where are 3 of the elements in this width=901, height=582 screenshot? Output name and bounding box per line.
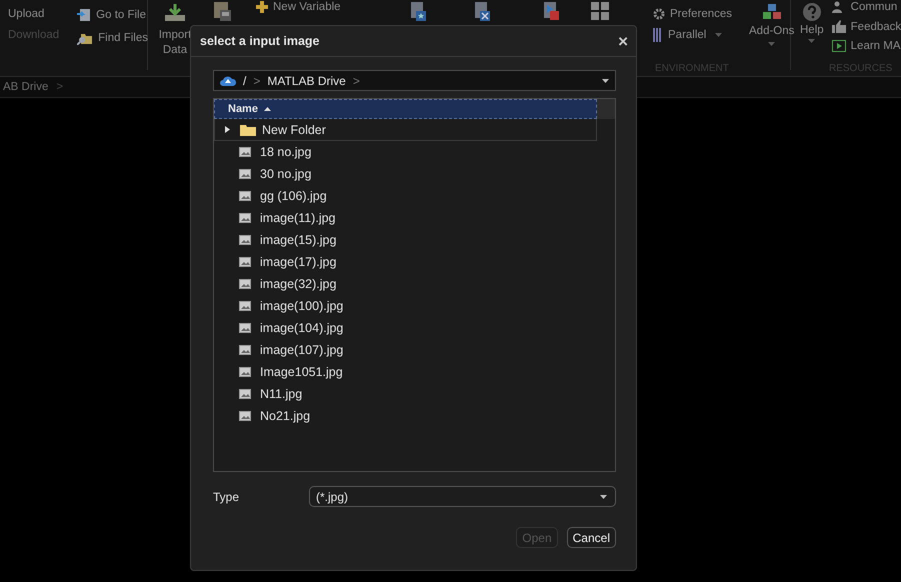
breadcrumb-separator: > (56, 81, 64, 93)
dialog-title: select a input image (200, 34, 320, 48)
type-label: Type (213, 490, 240, 504)
